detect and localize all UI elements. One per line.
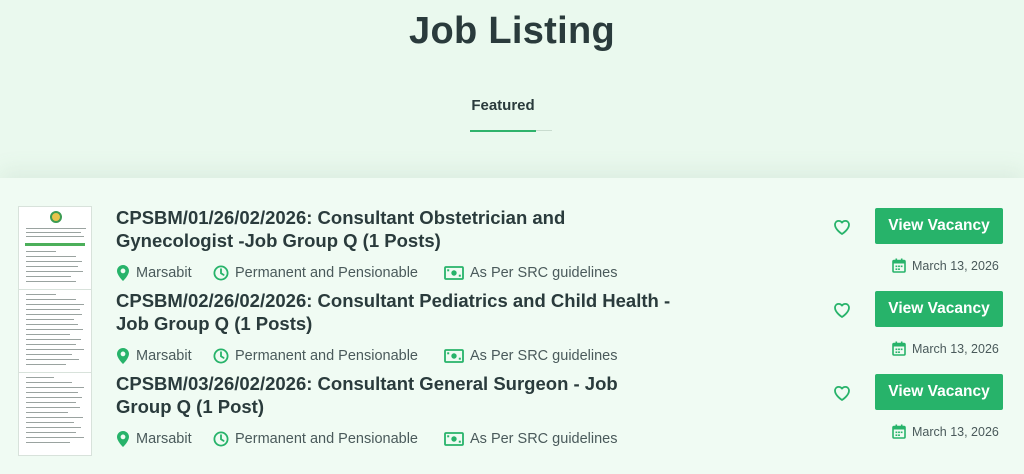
map-pin-icon [117, 431, 129, 447]
job-salary: As Per SRC guidelines [444, 431, 618, 447]
clock-icon [213, 265, 229, 281]
job-location-text: Marsabit [136, 265, 192, 281]
job-date-text: March 13, 2026 [912, 424, 999, 439]
job-terms: Permanent and Pensionable [213, 265, 418, 281]
money-icon [444, 266, 464, 280]
job-salary-text: As Per SRC guidelines [470, 431, 618, 447]
job-title[interactable]: CPSBM/02/26/02/2026: Consultant Pediatri… [116, 289, 676, 335]
tab-featured[interactable]: Featured [470, 97, 536, 114]
job-location: Marsabit [116, 431, 192, 447]
job-salary-text: As Per SRC guidelines [470, 348, 618, 364]
job-location-text: Marsabit [136, 431, 192, 447]
tab-divider [536, 130, 552, 131]
job-date: March 13, 2026 [892, 341, 999, 356]
job-document-thumbnail[interactable] [18, 289, 92, 373]
job-location: Marsabit [116, 348, 192, 364]
job-title[interactable]: CPSBM/03/26/02/2026: Consultant General … [116, 372, 676, 418]
job-salary: As Per SRC guidelines [444, 265, 618, 281]
tab-active-underline [470, 130, 536, 132]
view-vacancy-button[interactable]: View Vacancy [875, 374, 1003, 410]
calendar-icon [892, 424, 906, 439]
job-date-text: March 13, 2026 [912, 258, 999, 273]
job-terms-text: Permanent and Pensionable [235, 431, 418, 447]
job-date: March 13, 2026 [892, 424, 999, 439]
job-title[interactable]: CPSBM/01/26/02/2026: Consultant Obstetri… [116, 206, 676, 252]
job-document-thumbnail[interactable] [18, 206, 92, 290]
clock-icon [213, 431, 229, 447]
heart-icon[interactable] [832, 383, 852, 403]
job-list: CPSBM/01/26/02/2026: Consultant Obstetri… [0, 178, 1024, 474]
money-icon [444, 432, 464, 446]
job-date-text: March 13, 2026 [912, 341, 999, 356]
map-pin-icon [117, 265, 129, 281]
calendar-icon [892, 341, 906, 356]
job-row: CPSBM/03/26/02/2026: Consultant General … [0, 372, 1024, 456]
heart-icon[interactable] [832, 217, 852, 237]
job-terms: Permanent and Pensionable [213, 348, 418, 364]
clock-icon [213, 348, 229, 364]
view-vacancy-button[interactable]: View Vacancy [875, 208, 1003, 244]
page-title: Job Listing [409, 10, 615, 52]
job-terms: Permanent and Pensionable [213, 431, 418, 447]
job-location-text: Marsabit [136, 348, 192, 364]
money-icon [444, 349, 464, 363]
job-date: March 13, 2026 [892, 258, 999, 273]
heart-icon[interactable] [832, 300, 852, 320]
job-terms-text: Permanent and Pensionable [235, 265, 418, 281]
job-salary-text: As Per SRC guidelines [470, 265, 618, 281]
job-salary: As Per SRC guidelines [444, 348, 618, 364]
job-row: CPSBM/01/26/02/2026: Consultant Obstetri… [0, 206, 1024, 290]
map-pin-icon [117, 348, 129, 364]
job-terms-text: Permanent and Pensionable [235, 348, 418, 364]
seal-icon [50, 211, 62, 223]
view-vacancy-button[interactable]: View Vacancy [875, 291, 1003, 327]
job-row: CPSBM/02/26/02/2026: Consultant Pediatri… [0, 289, 1024, 373]
calendar-icon [892, 258, 906, 273]
job-location: Marsabit [116, 265, 192, 281]
job-document-thumbnail[interactable] [18, 372, 92, 456]
